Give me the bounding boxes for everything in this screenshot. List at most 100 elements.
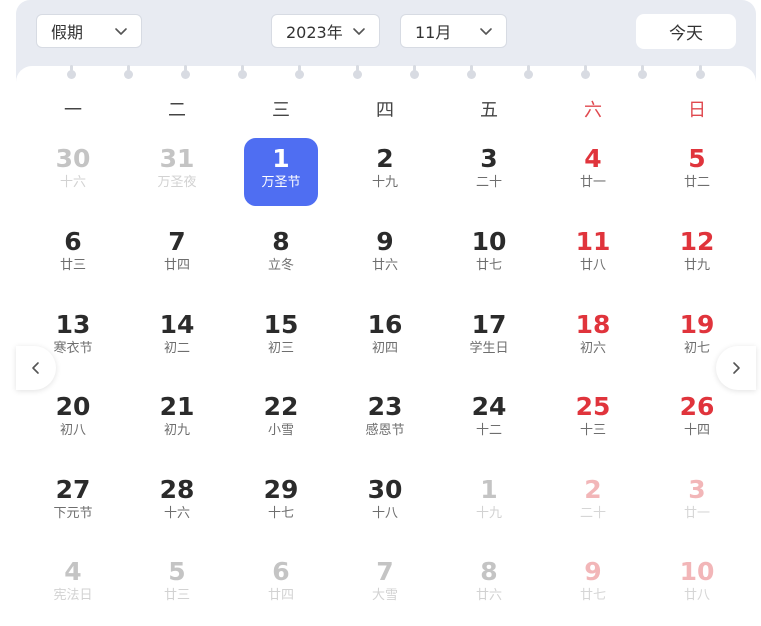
day-cell[interactable]: 4 廿一	[556, 138, 630, 206]
year-select[interactable]: 2023年	[271, 14, 380, 48]
day-number: 5	[168, 557, 186, 586]
day-cell[interactable]: 16 初四	[348, 304, 422, 372]
day-cell[interactable]: 29 十七	[244, 469, 318, 537]
day-cell[interactable]: 6 廿三	[36, 221, 110, 289]
day-cell-selected[interactable]: 1 万圣节	[244, 138, 318, 206]
day-number: 3	[480, 144, 498, 173]
lunar-label: 廿一	[579, 175, 606, 190]
day-cell[interactable]: 2 十九	[348, 138, 422, 206]
day-cell[interactable]: 22 小雪	[244, 386, 318, 454]
day-cell[interactable]: 2 二十	[556, 469, 630, 537]
day-number: 19	[679, 310, 715, 339]
day-cell[interactable]: 5 廿二	[660, 138, 734, 206]
day-number: 7	[168, 227, 186, 256]
day-cell[interactable]: 4 宪法日	[36, 551, 110, 619]
holiday-select[interactable]: 假期	[36, 14, 142, 48]
lunar-label: 感恩节	[365, 423, 405, 438]
today-button[interactable]: 今天	[636, 14, 736, 49]
lunar-label: 廿九	[683, 258, 710, 273]
day-number: 24	[471, 392, 507, 421]
day-cell[interactable]: 1 十九	[452, 469, 526, 537]
day-number: 31	[159, 144, 195, 173]
day-cell[interactable]: 3 廿一	[660, 469, 734, 537]
chevron-down-icon	[353, 28, 365, 35]
day-cell[interactable]: 5 廿三	[140, 551, 214, 619]
lunar-label: 初二	[163, 341, 190, 356]
day-number: 5	[688, 144, 706, 173]
binder-ring	[410, 65, 419, 79]
day-number: 20	[55, 392, 91, 421]
day-cell[interactable]: 24 十二	[452, 386, 526, 454]
day-cell[interactable]: 30 十八	[348, 469, 422, 537]
binder-ring	[67, 65, 76, 79]
day-cell[interactable]: 30 十六	[36, 138, 110, 206]
chevron-down-icon	[480, 28, 492, 35]
binder-ring	[124, 65, 133, 79]
day-number: 2	[584, 475, 602, 504]
lunar-label: 大雪	[371, 588, 398, 603]
next-month-button[interactable]	[716, 346, 756, 390]
day-number: 13	[55, 310, 91, 339]
holiday-select-label: 假期	[51, 23, 84, 42]
day-cell[interactable]: 17 学生日	[452, 304, 526, 372]
day-cell[interactable]: 10 廿七	[452, 221, 526, 289]
day-cell[interactable]: 10 廿八	[660, 551, 734, 619]
day-number: 28	[159, 475, 195, 504]
day-number: 22	[263, 392, 299, 421]
day-number: 30	[55, 144, 91, 173]
binder-ring	[295, 65, 304, 79]
day-number: 4	[584, 144, 602, 173]
day-number: 8	[480, 557, 498, 586]
day-cell[interactable]: 31 万圣夜	[140, 138, 214, 206]
day-cell[interactable]: 6 廿四	[244, 551, 318, 619]
lunar-label: 十九	[371, 175, 398, 190]
day-cell[interactable]: 27 下元节	[36, 469, 110, 537]
day-cell[interactable]: 9 廿七	[556, 551, 630, 619]
day-cell[interactable]: 9 廿六	[348, 221, 422, 289]
day-cell[interactable]: 23 感恩节	[348, 386, 422, 454]
day-cell[interactable]: 15 初三	[244, 304, 318, 372]
day-number: 16	[367, 310, 403, 339]
day-cell[interactable]: 3 二十	[452, 138, 526, 206]
day-number: 6	[64, 227, 82, 256]
day-number: 15	[263, 310, 299, 339]
lunar-label: 立冬	[267, 258, 294, 273]
lunar-label: 初四	[371, 341, 398, 356]
lunar-label: 廿八	[579, 258, 606, 273]
day-cell[interactable]: 8 廿六	[452, 551, 526, 619]
lunar-label: 十六	[59, 175, 86, 190]
day-number: 23	[367, 392, 403, 421]
day-number: 6	[272, 557, 290, 586]
lunar-label: 十九	[475, 506, 502, 521]
day-cell[interactable]: 8 立冬	[244, 221, 318, 289]
month-select[interactable]: 11月	[400, 14, 507, 48]
day-number: 26	[679, 392, 715, 421]
day-cell[interactable]: 12 廿九	[660, 221, 734, 289]
day-number: 1	[480, 475, 498, 504]
day-number: 10	[471, 227, 507, 256]
day-cell[interactable]: 28 十六	[140, 469, 214, 537]
day-cell[interactable]: 11 廿八	[556, 221, 630, 289]
weekday-label: 四	[376, 100, 394, 121]
day-cell[interactable]: 25 十三	[556, 386, 630, 454]
day-number: 10	[679, 557, 715, 586]
lunar-label: 学生日	[469, 341, 509, 356]
chevron-right-icon	[733, 362, 740, 374]
day-cell[interactable]: 26 十四	[660, 386, 734, 454]
day-number: 11	[575, 227, 611, 256]
lunar-label: 十二	[475, 423, 502, 438]
lunar-label: 万圣节	[261, 175, 301, 190]
lunar-label: 初六	[579, 341, 606, 356]
calendar-toolbar: 假期 2023年 11月 今天	[0, 0, 761, 66]
day-cell[interactable]: 7 廿四	[140, 221, 214, 289]
weekday-label: 五	[480, 100, 498, 121]
day-cell[interactable]: 21 初九	[140, 386, 214, 454]
day-cell[interactable]: 18 初六	[556, 304, 630, 372]
day-cell[interactable]: 20 初八	[36, 386, 110, 454]
chevron-left-icon	[32, 362, 39, 374]
lunar-label: 廿八	[683, 588, 710, 603]
weekday-label: 日	[688, 100, 706, 121]
day-cell[interactable]: 14 初二	[140, 304, 214, 372]
day-cell[interactable]: 7 大雪	[348, 551, 422, 619]
binder-ring	[581, 65, 590, 79]
